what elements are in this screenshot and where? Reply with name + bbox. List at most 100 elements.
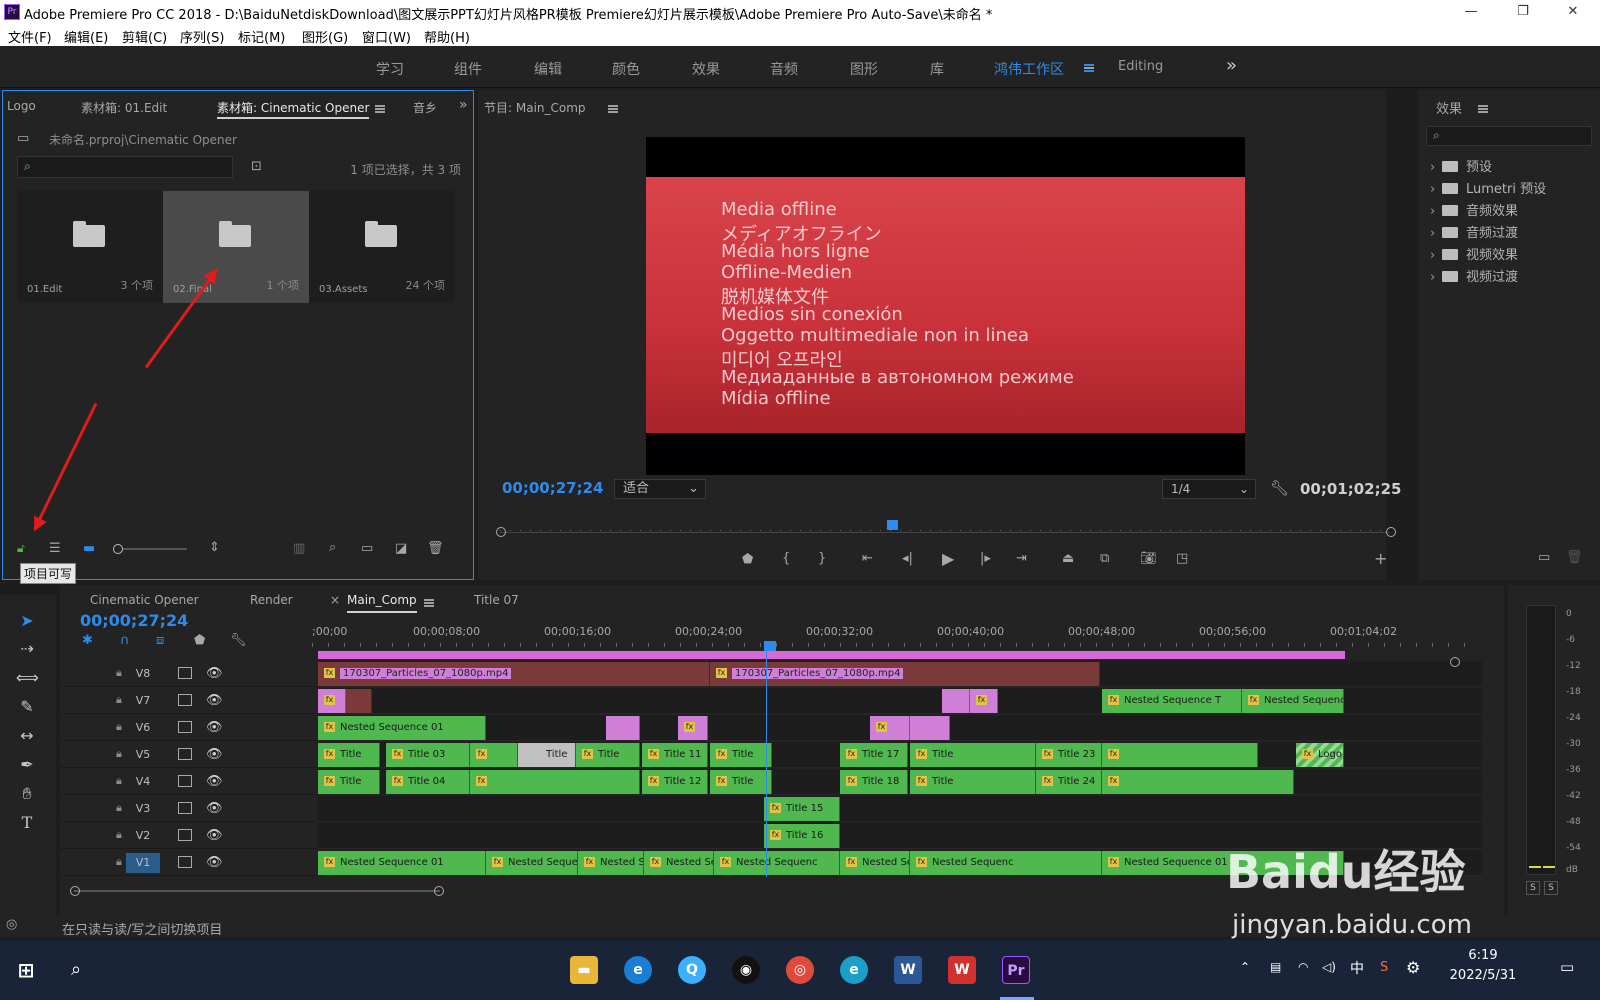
qq-icon[interactable]: ◉	[732, 956, 760, 984]
clip[interactable]: fx Nested Sequenc	[644, 851, 714, 875]
tray-wifi-icon[interactable]: ◠	[1298, 960, 1308, 974]
playhead[interactable]	[886, 520, 898, 530]
list-view-icon[interactable]: ☰	[49, 541, 61, 556]
new-bin-icon[interactable]: ▭	[361, 541, 373, 556]
lock-icon[interactable]: 🔒︎	[116, 720, 122, 734]
menu-sequence[interactable]: 序列(S)	[180, 27, 224, 46]
track-name[interactable]: V1	[126, 853, 160, 873]
program-menu-icon[interactable]	[608, 102, 618, 117]
close-button[interactable]: ✕	[1550, 2, 1596, 22]
tab-close-icon[interactable]: ×	[330, 593, 340, 623]
icon-view-icon[interactable]: ▬	[83, 541, 95, 556]
comparison-view-icon[interactable]: ◳	[1176, 551, 1188, 566]
tray-volume-icon[interactable]: ◁)	[1322, 960, 1336, 974]
clip[interactable]: fx Title 24	[1036, 770, 1102, 794]
clip[interactable]: fx Title	[318, 743, 380, 767]
selection-tool-icon[interactable]: ➤	[16, 610, 38, 632]
eye-icon[interactable]: 👁︎	[206, 720, 223, 735]
eye-icon[interactable]: 👁︎	[206, 666, 223, 681]
clip[interactable]: fx	[870, 716, 910, 740]
clear-icon[interactable]: 🗑︎	[427, 541, 444, 556]
clip[interactable]: fx Nested Sequenc	[486, 851, 578, 875]
track-name[interactable]: V5	[126, 745, 160, 765]
effects-folder-video-transitions[interactable]: › 视频过渡	[1430, 266, 1518, 286]
effects-folder-video-effects[interactable]: › 视频效果	[1430, 244, 1518, 264]
clip[interactable]: fx Logo	[1296, 743, 1344, 767]
go-to-out-icon[interactable]: ⇥	[1016, 551, 1027, 566]
go-to-in-icon[interactable]: ⇤	[862, 551, 873, 566]
browser-e-icon[interactable]: e	[624, 956, 652, 984]
clip[interactable]: fx Title 12	[642, 770, 708, 794]
lock-icon[interactable]: 🔒︎	[116, 774, 122, 788]
scroll-handle-left[interactable]	[70, 886, 80, 896]
razor-tool-icon[interactable]: ✎	[16, 696, 38, 718]
sync-lock-icon[interactable]	[178, 694, 192, 706]
effects-menu-icon[interactable]	[1478, 102, 1488, 117]
clip[interactable]: fx Nested Sequenc	[714, 851, 840, 875]
clock-date[interactable]: 2022/5/31	[1442, 968, 1524, 983]
mark-out-icon[interactable]: }	[818, 551, 826, 566]
tray-ime-indicator[interactable]: 中	[1350, 958, 1364, 978]
tab-bin-edit[interactable]: 素材箱: 01.Edit	[81, 99, 167, 129]
zoom-slider-handle[interactable]	[113, 544, 123, 554]
type-tool-icon[interactable]: T	[16, 812, 38, 834]
project-writable-lock-icon[interactable]: 🔓︎	[17, 541, 25, 556]
clip[interactable]: fx Nested Sequence 01	[318, 851, 486, 875]
lift-icon[interactable]: ⏏︎	[1062, 551, 1074, 566]
panel-overflow-icon[interactable]: »	[459, 97, 468, 113]
clip[interactable]: fx 170307_Particles_07_1080p.mp4	[710, 662, 1100, 686]
out-handle[interactable]	[1386, 527, 1396, 537]
panel-menu-icon[interactable]	[375, 102, 385, 117]
new-custom-bin-icon[interactable]: ▭	[1538, 550, 1550, 565]
eye-icon[interactable]: 👁︎	[206, 693, 223, 708]
program-current-timecode[interactable]: 00;00;27;24	[502, 479, 604, 497]
effects-folder-audio-effects[interactable]: › 音频效果	[1430, 200, 1518, 220]
track-name[interactable]: V6	[126, 718, 160, 738]
clip[interactable]: fx Nested Sequenc	[578, 851, 644, 875]
clip[interactable]	[942, 689, 970, 713]
track-name[interactable]: V7	[126, 691, 160, 711]
clip[interactable]	[606, 716, 640, 740]
lock-icon[interactable]: 🔒︎	[116, 747, 122, 761]
work-area-bar[interactable]	[318, 651, 1345, 659]
workspace-editing-cn[interactable]: 编辑	[534, 59, 562, 79]
bin-item[interactable]: 03.Assets 24 个项	[309, 191, 455, 303]
eye-icon[interactable]: 👁︎	[206, 774, 223, 789]
timeline-tab-render[interactable]: Render	[250, 593, 293, 623]
track-name[interactable]: V2	[126, 826, 160, 846]
menu-clip[interactable]: 剪辑(C)	[122, 27, 167, 46]
tab-audio[interactable]: 音乡	[413, 99, 437, 129]
clip[interactable]	[346, 689, 372, 713]
pen-tool-icon[interactable]: ✒	[16, 754, 38, 776]
timeline-menu-icon[interactable]	[424, 596, 434, 611]
workspace-menu-icon[interactable]	[1084, 61, 1094, 76]
minimize-button[interactable]: —	[1448, 2, 1494, 22]
clip[interactable]: fx	[470, 743, 518, 767]
horizontal-scrollbar[interactable]	[70, 886, 444, 896]
program-scrub-bar[interactable]	[496, 520, 1396, 537]
clip[interactable]: fx Title	[576, 743, 640, 767]
ripple-edit-tool-icon[interactable]: ⟺	[16, 667, 39, 689]
track-v5[interactable]: fx Title fx Title 03 fx Title fx Title fx Ti…	[318, 742, 1482, 768]
track-name[interactable]: V4	[126, 772, 160, 792]
workspace-effects[interactable]: 效果	[692, 59, 720, 79]
search-input[interactable]: ⌕	[17, 156, 233, 178]
sync-lock-icon[interactable]	[178, 748, 192, 760]
menu-help[interactable]: 帮助(H)	[424, 27, 470, 46]
workspace-color[interactable]: 颜色	[612, 59, 640, 79]
in-handle[interactable]	[496, 527, 506, 537]
eye-icon[interactable]: 👁︎	[206, 801, 223, 816]
effects-panel-title[interactable]: 效果	[1436, 98, 1462, 128]
lock-icon[interactable]: 🔒︎	[116, 855, 122, 869]
find-icon[interactable]: ⊡	[251, 159, 262, 174]
clock-time[interactable]: 6:19	[1442, 948, 1524, 963]
sync-lock-icon[interactable]	[178, 856, 192, 868]
add-marker-icon[interactable]: ⬟	[194, 633, 205, 648]
workspace-graphics[interactable]: 图形	[850, 59, 878, 79]
clip[interactable]: fx Nested Sequence T	[1102, 689, 1242, 713]
workspace-learn[interactable]: 学习	[376, 59, 404, 79]
solo-right-button[interactable]: S	[1544, 881, 1558, 895]
sort-icon[interactable]: ⇕	[209, 540, 220, 555]
clip[interactable]: fx	[1102, 743, 1258, 767]
workspace-audio[interactable]: 音频	[770, 59, 798, 79]
